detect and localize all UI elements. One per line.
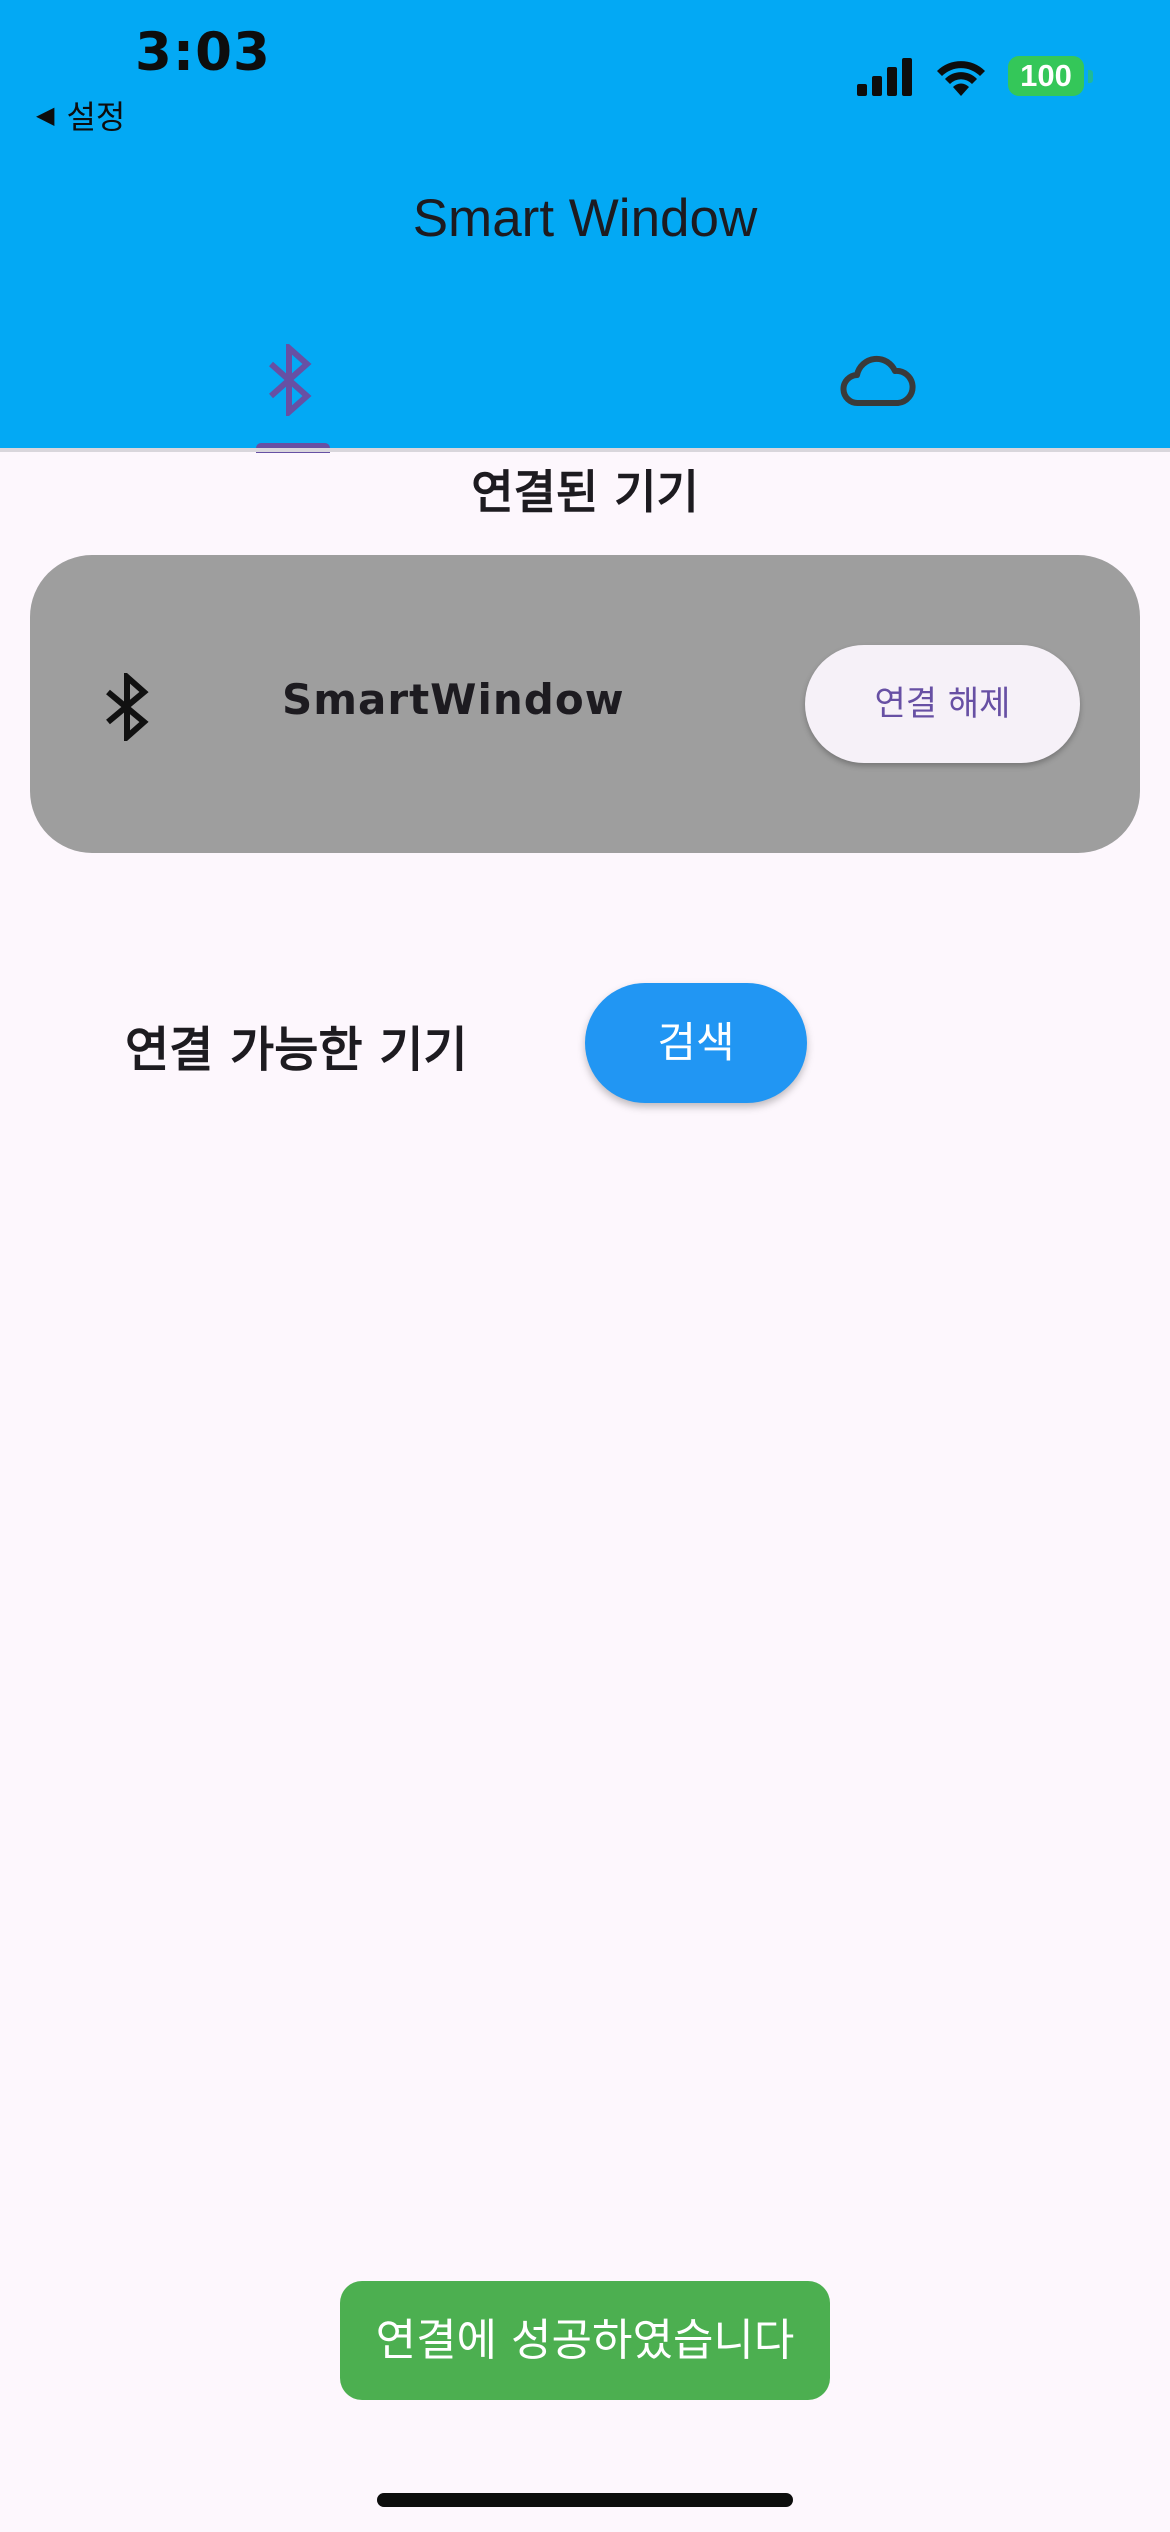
home-indicator[interactable] [377,2493,793,2507]
toast-message: 연결에 성공하였습니다 [340,2281,830,2400]
available-devices-label: 연결 가능한 기기 [125,1022,468,1078]
back-triangle-icon: ◀ [36,101,55,129]
back-to-settings-link[interactable]: ◀ 설정 [36,92,125,138]
cloud-icon [840,355,916,406]
connected-device-card: SmartWindow 연결 해제 [30,555,1140,853]
back-label: 설정 [66,98,126,136]
status-time: 3:03 [135,22,271,83]
device-name: SmartWindow [282,675,625,724]
cellular-signal-icon [857,58,912,96]
disconnect-button[interactable]: 연결 해제 [805,645,1080,763]
tab-divider [0,448,1170,452]
bluetooth-icon [269,344,312,416]
tab-cloud[interactable] [585,330,1170,448]
battery-tip [1088,70,1093,83]
wifi-icon [937,61,985,96]
bluetooth-icon [106,673,149,741]
tab-bluetooth[interactable] [0,330,585,448]
app-bar: 3:03 ◀ 설정 100 Smart Window [0,0,1170,453]
connected-devices-title: 연결된 기기 [471,465,699,519]
battery-icon: 100 [1008,56,1084,96]
app-title: Smart Window [412,189,758,248]
search-button[interactable]: 검색 [585,983,807,1103]
